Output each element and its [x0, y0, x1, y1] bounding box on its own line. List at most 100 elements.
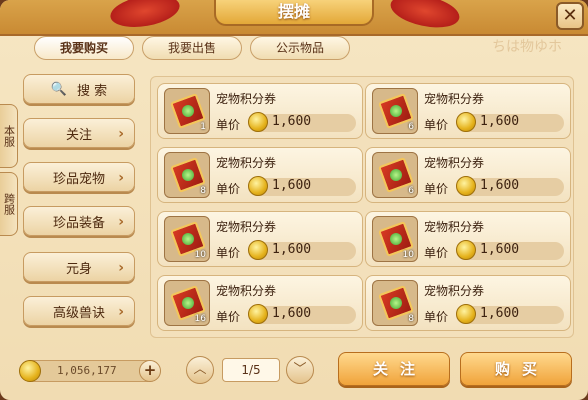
sidebar-item-label: 关注	[65, 127, 92, 143]
listing-card[interactable]: 10 宠物积分券 单价 1,600	[157, 211, 363, 267]
chevron-right-icon: ›	[118, 214, 124, 230]
coin-icon	[19, 360, 41, 382]
listing-card[interactable]: 8 宠物积分券 单价 1,600	[365, 275, 571, 331]
item-icon-box: 6	[372, 152, 418, 198]
search-icon: 🔍	[50, 81, 68, 97]
page-up-button[interactable]: ︿	[186, 356, 214, 384]
sidebar-item-label: 珍品装备	[52, 215, 105, 231]
item-quantity: 8	[200, 186, 206, 196]
listing-card[interactable]: 6 宠物积分券 单价 1,600	[365, 83, 571, 139]
add-currency-button[interactable]: +	[139, 360, 161, 382]
listing-card[interactable]: 10 宠物积分券 单价 1,600	[365, 211, 571, 267]
item-name: 宠物积分券	[216, 92, 277, 106]
item-name: 宠物积分券	[424, 220, 485, 234]
sidebar-item-rare-equipment[interactable]: 珍品装备 ›	[23, 206, 135, 236]
follow-button[interactable]: 关注	[338, 352, 450, 386]
green-gem-icon	[182, 105, 194, 117]
side-tab-local-server[interactable]: 本服	[0, 104, 18, 168]
item-price: 1,600	[272, 306, 312, 321]
coin-icon	[248, 304, 268, 324]
item-icon-box: 10	[164, 216, 210, 262]
green-gem-icon	[390, 105, 402, 117]
item-name: 宠物积分券	[216, 156, 277, 170]
price-label: 单价	[216, 310, 241, 324]
stall-window: 摆摊 ✕ 我要购买 我要出售 公示物品 ちは物ゆホ 本服 跨服 🔍 搜 索 关注…	[0, 0, 588, 400]
currency-amount: 1,056,177	[57, 364, 117, 377]
item-quantity: 8	[408, 314, 414, 324]
chevron-right-icon: ›	[118, 170, 124, 186]
chevron-right-icon: ›	[118, 126, 124, 142]
green-gem-icon	[390, 297, 402, 309]
listing-card[interactable]: 16 宠物积分券 单价 1,600	[157, 275, 363, 331]
chevron-right-icon: ›	[118, 304, 124, 320]
item-icon-box: 16	[164, 280, 210, 326]
item-price: 1,600	[480, 242, 520, 257]
tab-sell[interactable]: 我要出售	[142, 36, 242, 60]
bottom-bar: 1,056,177 + ︿ 1/5 ﹀ 关注 购买	[0, 348, 588, 400]
price-label: 单价	[216, 182, 241, 196]
chevron-right-icon: ›	[118, 260, 124, 276]
price-label: 单价	[424, 182, 449, 196]
item-icon-box: 8	[372, 280, 418, 326]
title-bar: 摆摊 ✕	[0, 0, 588, 36]
coin-icon	[456, 112, 476, 132]
sidebar-item-label: 高级兽诀	[52, 305, 105, 321]
item-name: 宠物积分券	[216, 284, 277, 298]
item-price: 1,600	[272, 242, 312, 257]
window-title: 摆摊	[214, 0, 374, 26]
listing-card[interactable]: 8 宠物积分券 单价 1,600	[157, 147, 363, 203]
sidebar-item-advanced-skills[interactable]: 高级兽诀 ›	[23, 296, 135, 326]
green-gem-icon	[182, 233, 194, 245]
green-gem-icon	[390, 233, 402, 245]
item-icon-box: 1	[164, 88, 210, 134]
item-quantity: 16	[194, 314, 206, 324]
listing-card[interactable]: 6 宠物积分券 单价 1,600	[365, 147, 571, 203]
side-tab-cross-server[interactable]: 跨服	[0, 172, 18, 236]
item-price: 1,600	[272, 114, 312, 129]
item-price: 1,600	[480, 178, 520, 193]
lantern-decoration-right	[387, 0, 463, 33]
price-label: 单价	[216, 118, 241, 132]
page-indicator: 1/5	[222, 358, 280, 382]
buy-button[interactable]: 购买	[460, 352, 572, 386]
listing-grid: 1 宠物积分券 单价 1,600 6 宠物积分券 单价 1,600 8 宠物积分…	[150, 76, 574, 338]
sidebar-item-yuanshen[interactable]: 元身 ›	[23, 252, 135, 282]
price-label: 单价	[424, 310, 449, 324]
item-icon-box: 6	[372, 88, 418, 134]
sidebar-item-follow[interactable]: 关注 ›	[23, 118, 135, 148]
item-name: 宠物积分券	[424, 156, 485, 170]
coin-icon	[248, 176, 268, 196]
tab-public-items[interactable]: 公示物品	[250, 36, 350, 60]
listing-card[interactable]: 1 宠物积分券 单价 1,600	[157, 83, 363, 139]
sidebar-item-rare-pets[interactable]: 珍品宠物 ›	[23, 162, 135, 192]
search-label: 搜 索	[77, 83, 108, 99]
item-quantity: 10	[402, 250, 414, 260]
green-gem-icon	[182, 169, 194, 181]
page-down-button[interactable]: ﹀	[286, 356, 314, 384]
coin-icon	[456, 240, 476, 260]
currency-display: 1,056,177 +	[19, 360, 161, 382]
item-quantity: 6	[408, 122, 414, 132]
lantern-decoration-left	[107, 0, 183, 32]
price-label: 单价	[424, 246, 449, 260]
coin-icon	[456, 304, 476, 324]
item-name: 宠物积分券	[424, 284, 485, 298]
item-name: 宠物积分券	[216, 220, 277, 234]
item-price: 1,600	[480, 306, 520, 321]
item-icon-box: 8	[164, 152, 210, 198]
sidebar-item-label: 元身	[65, 261, 92, 277]
coin-icon	[456, 176, 476, 196]
green-gem-icon	[182, 297, 194, 309]
item-quantity: 1	[200, 122, 206, 132]
search-button[interactable]: 🔍 搜 索	[23, 74, 135, 104]
item-price: 1,600	[480, 114, 520, 129]
item-price: 1,600	[272, 178, 312, 193]
category-sidebar: 🔍 搜 索 关注 › 珍品宠物 › 珍品装备 › 元身 › 高级兽诀 ›	[18, 66, 142, 346]
background-watermark: ちは物ゆホ	[492, 39, 562, 55]
price-label: 单价	[216, 246, 241, 260]
coin-icon	[248, 112, 268, 132]
green-gem-icon	[390, 169, 402, 181]
item-quantity: 6	[408, 186, 414, 196]
tab-buy[interactable]: 我要购买	[34, 36, 134, 60]
close-button[interactable]: ✕	[556, 2, 584, 30]
